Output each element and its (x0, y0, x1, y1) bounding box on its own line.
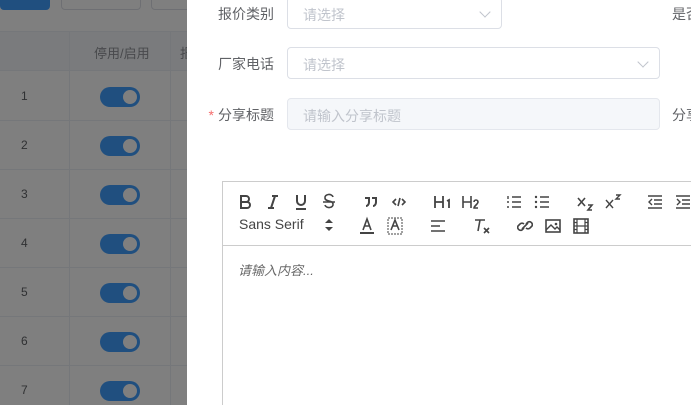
factory-phone-placeholder: 请选择 (303, 57, 345, 73)
italic-icon[interactable] (265, 192, 281, 212)
right-field-label-2: 分享 (672, 107, 691, 123)
edit-drawer: 报价类别 请选择 是否 厂家电话 请选择 *分享标题 请输入分享标题 分享 (187, 0, 691, 405)
image-icon[interactable] (545, 216, 561, 236)
ordered-list-icon[interactable] (506, 192, 522, 212)
quote-type-label: 报价类别 (218, 6, 274, 22)
outdent-icon[interactable] (647, 192, 663, 212)
quote-type-placeholder: 请选择 (303, 7, 345, 23)
clean-format-icon[interactable] (473, 216, 491, 236)
chevron-down-icon (479, 6, 491, 18)
editor-content-area[interactable]: 请输入内容... (223, 247, 691, 405)
link-icon[interactable] (517, 216, 533, 236)
font-family-picker[interactable]: Sans Serif (239, 216, 304, 232)
video-icon[interactable] (573, 216, 589, 236)
subscript-icon[interactable] (576, 192, 594, 212)
factory-phone-label: 厂家电话 (218, 56, 274, 72)
superscript-icon[interactable] (604, 192, 622, 212)
rich-text-editor: Sans Serif 请输入内容... (222, 181, 691, 405)
blockquote-icon[interactable] (363, 192, 379, 212)
share-title-input[interactable]: 请输入分享标题 (287, 98, 660, 130)
updown-arrow-icon[interactable] (325, 218, 333, 232)
share-title-label-text: 分享标题 (218, 107, 274, 123)
share-title-label: * 分享标题 (209, 105, 274, 125)
strike-icon[interactable] (321, 192, 337, 212)
code-block-icon[interactable] (391, 192, 407, 212)
indent-icon[interactable] (675, 192, 691, 212)
header-2-icon[interactable] (461, 192, 481, 212)
editor-placeholder: 请输入内容... (238, 263, 314, 278)
factory-phone-select[interactable]: 请选择 (287, 47, 660, 79)
bold-icon[interactable] (237, 192, 253, 212)
right-field-label-1: 是否 (672, 6, 691, 22)
bullet-list-icon[interactable] (534, 192, 550, 212)
chevron-down-icon (637, 56, 649, 68)
required-mark: * (208, 107, 214, 123)
underline-icon[interactable] (293, 192, 309, 212)
header-1-icon[interactable] (433, 192, 453, 212)
quote-type-select[interactable]: 请选择 (287, 0, 502, 29)
share-title-placeholder: 请输入分享标题 (303, 108, 401, 124)
align-icon[interactable] (430, 216, 446, 236)
font-color-icon[interactable] (359, 216, 375, 236)
background-color-icon[interactable] (387, 216, 403, 236)
editor-toolbar: Sans Serif (223, 182, 691, 246)
